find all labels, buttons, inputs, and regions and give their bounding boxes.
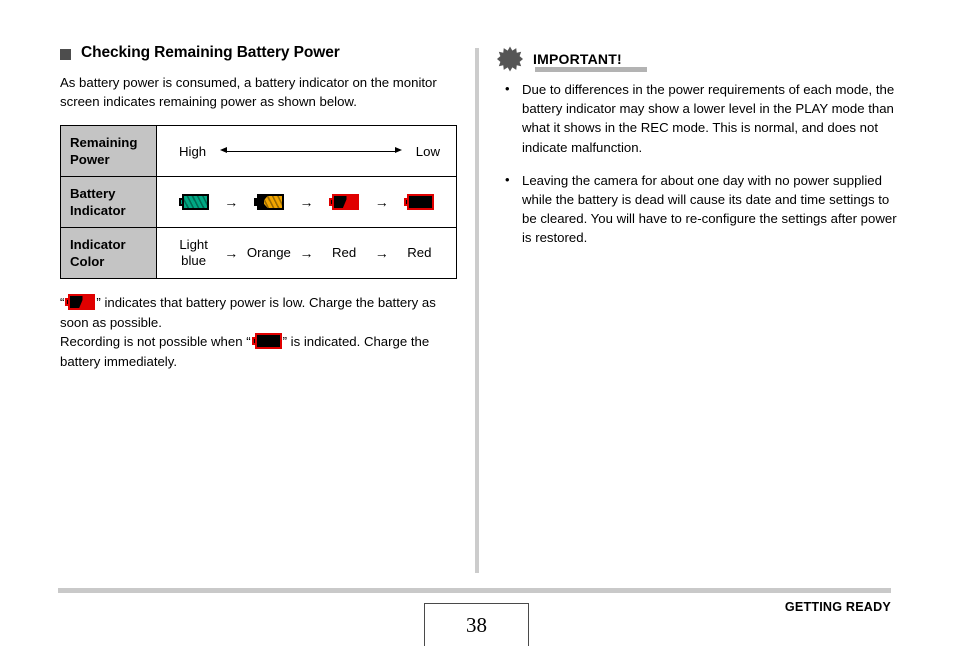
important-bullet-list: Due to differences in the power requirem… <box>497 79 897 248</box>
color-arrow-separator-1: → <box>224 245 239 261</box>
right-column: IMPORTANT! Due to differences in the pow… <box>497 46 897 262</box>
page-number: 38 <box>466 612 487 637</box>
document-page: Checking Remaining Battery Power As batt… <box>0 0 954 646</box>
battery-low-icon-cell <box>322 194 367 210</box>
row-header-remaining-power: Remaining Power <box>60 125 157 177</box>
arrow-separator-3: → <box>374 194 389 210</box>
battery-empty-icon <box>251 333 282 349</box>
left-column: Checking Remaining Battery Power As batt… <box>60 44 460 371</box>
row-header-indicator-color: Indicator Color <box>60 227 157 279</box>
battery-full-icon-cell <box>171 194 216 210</box>
color-arrow-separator-3: → <box>374 245 389 261</box>
battery-low-icon <box>65 294 96 310</box>
column-divider <box>475 48 479 573</box>
footer-section-label: GETTING READY <box>784 600 891 614</box>
important-underline <box>535 67 647 72</box>
page-title: Checking Remaining Battery Power <box>60 44 460 62</box>
row-body-battery-indicator: → → → <box>156 176 457 228</box>
table-row-remaining-power: Remaining Power High Low <box>60 125 457 177</box>
important-title: IMPORTANT! <box>533 51 622 67</box>
color-arrow-separator-2: → <box>299 245 314 261</box>
list-item: Leaving the camera for about one day wit… <box>497 170 897 248</box>
battery-three-quarter-icon <box>253 194 284 210</box>
notes-block: “” indicates that battery power is low. … <box>60 293 460 371</box>
color-value-1: Light blue <box>179 237 208 268</box>
label-high: High <box>179 143 207 159</box>
note-empty-battery: Recording is not possible when “” is ind… <box>60 332 460 371</box>
note-2-open-text: Recording is not possible when “ <box>60 334 251 349</box>
color-value-2: Orange <box>246 245 291 260</box>
color-value-3: Red <box>332 245 357 260</box>
page-title-text: Checking Remaining Battery Power <box>81 44 340 61</box>
square-bullet-icon <box>60 48 71 60</box>
row-body-remaining-power: High Low <box>156 125 457 177</box>
page-number-box: 38 <box>424 603 529 646</box>
row-body-indicator-color: Light blue → Orange → Red → Red <box>156 227 457 279</box>
battery-full-icon <box>178 194 209 210</box>
battery-empty-icon <box>404 194 435 210</box>
color-value-4: Red <box>407 245 432 260</box>
list-item: Due to differences in the power requirem… <box>497 79 897 157</box>
arrow-separator-1: → <box>224 194 239 210</box>
battery-low-icon <box>329 194 360 210</box>
arrow-separator-2: → <box>299 194 314 210</box>
note-1-text: ” indicates that battery power is low. C… <box>60 295 436 330</box>
row-header-battery-indicator: Battery Indicator <box>60 176 157 228</box>
important-header: IMPORTANT! <box>497 46 897 72</box>
table-row-indicator-color: Indicator Color Light blue → Orange → Re… <box>60 227 457 279</box>
battery-empty-icon-cell <box>397 194 442 210</box>
battery-three-quarter-icon-cell <box>246 194 291 210</box>
table-row-battery-indicator: Battery Indicator → → → <box>60 176 457 228</box>
footer-divider <box>58 588 891 593</box>
note-1-open-quote: “ <box>60 295 65 310</box>
battery-indicator-table: Remaining Power High Low Battery Indicat… <box>60 125 457 279</box>
intro-paragraph: As battery power is consumed, a battery … <box>60 75 437 109</box>
double-arrow-icon <box>220 146 402 156</box>
starburst-icon <box>497 46 523 72</box>
label-low: Low <box>415 143 440 159</box>
note-low-battery: “” indicates that battery power is low. … <box>60 293 460 332</box>
